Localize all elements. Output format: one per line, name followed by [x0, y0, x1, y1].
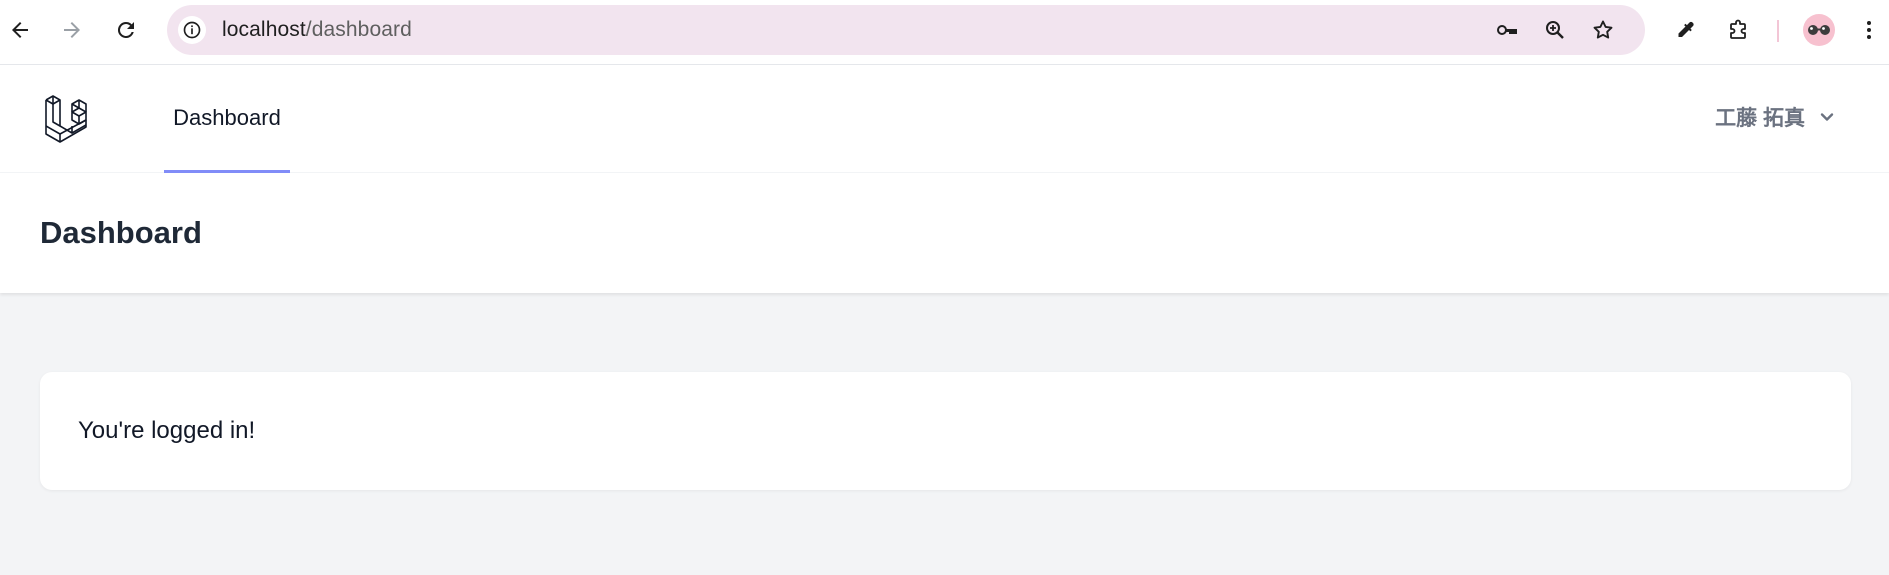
- extensions-icon: [1730, 19, 1746, 39]
- profile-glasses-icon: [1808, 25, 1830, 35]
- app-navbar: Dashboard 工藤 拓真: [0, 65, 1889, 173]
- page-title: Dashboard: [40, 215, 202, 250]
- back-button[interactable]: [0, 10, 40, 50]
- browser-toolbar: localhost/dashboard: [0, 0, 1889, 65]
- forward-icon: [64, 22, 80, 38]
- chevron-down-icon: [1820, 113, 1834, 121]
- more-menu-icon: [1867, 21, 1871, 39]
- site-info-button[interactable]: [178, 16, 206, 44]
- site-info-icon: [183, 21, 201, 39]
- bookmark-button[interactable]: [1589, 16, 1617, 44]
- password-key-icon: [1497, 25, 1517, 35]
- url-text[interactable]: localhost/dashboard: [222, 5, 412, 55]
- back-icon: [12, 22, 28, 38]
- laravel-logo[interactable]: [42, 90, 98, 146]
- bookmark-star-icon: [1593, 20, 1613, 39]
- address-bar[interactable]: localhost/dashboard: [167, 5, 1645, 55]
- reload-icon: [117, 21, 134, 38]
- user-name: 工藤 拓真: [1715, 107, 1805, 130]
- eyedropper-button[interactable]: [1665, 10, 1705, 50]
- reload-button[interactable]: [106, 10, 146, 50]
- password-key-button[interactable]: [1493, 16, 1521, 44]
- eyedropper-icon: [1678, 21, 1694, 37]
- nav-link-dashboard[interactable]: Dashboard: [164, 65, 290, 173]
- zoom-button[interactable]: [1541, 16, 1569, 44]
- forward-button[interactable]: [52, 10, 92, 50]
- zoom-icon: [1546, 21, 1564, 39]
- logged-in-message: You're logged in!: [78, 417, 256, 444]
- laravel-logo-icon: [45, 95, 87, 143]
- url-host: localhost: [222, 18, 306, 41]
- page-header: Dashboard: [0, 173, 1889, 293]
- toolbar-divider: [1777, 20, 1779, 42]
- user-menu-trigger[interactable]: 工藤 拓真: [1715, 101, 1837, 133]
- content-card: You're logged in!: [40, 372, 1851, 490]
- url-path: /dashboard: [305, 18, 412, 41]
- extensions-button[interactable]: [1719, 10, 1759, 50]
- more-menu-button[interactable]: [1851, 10, 1887, 50]
- profile-avatar[interactable]: [1803, 14, 1835, 46]
